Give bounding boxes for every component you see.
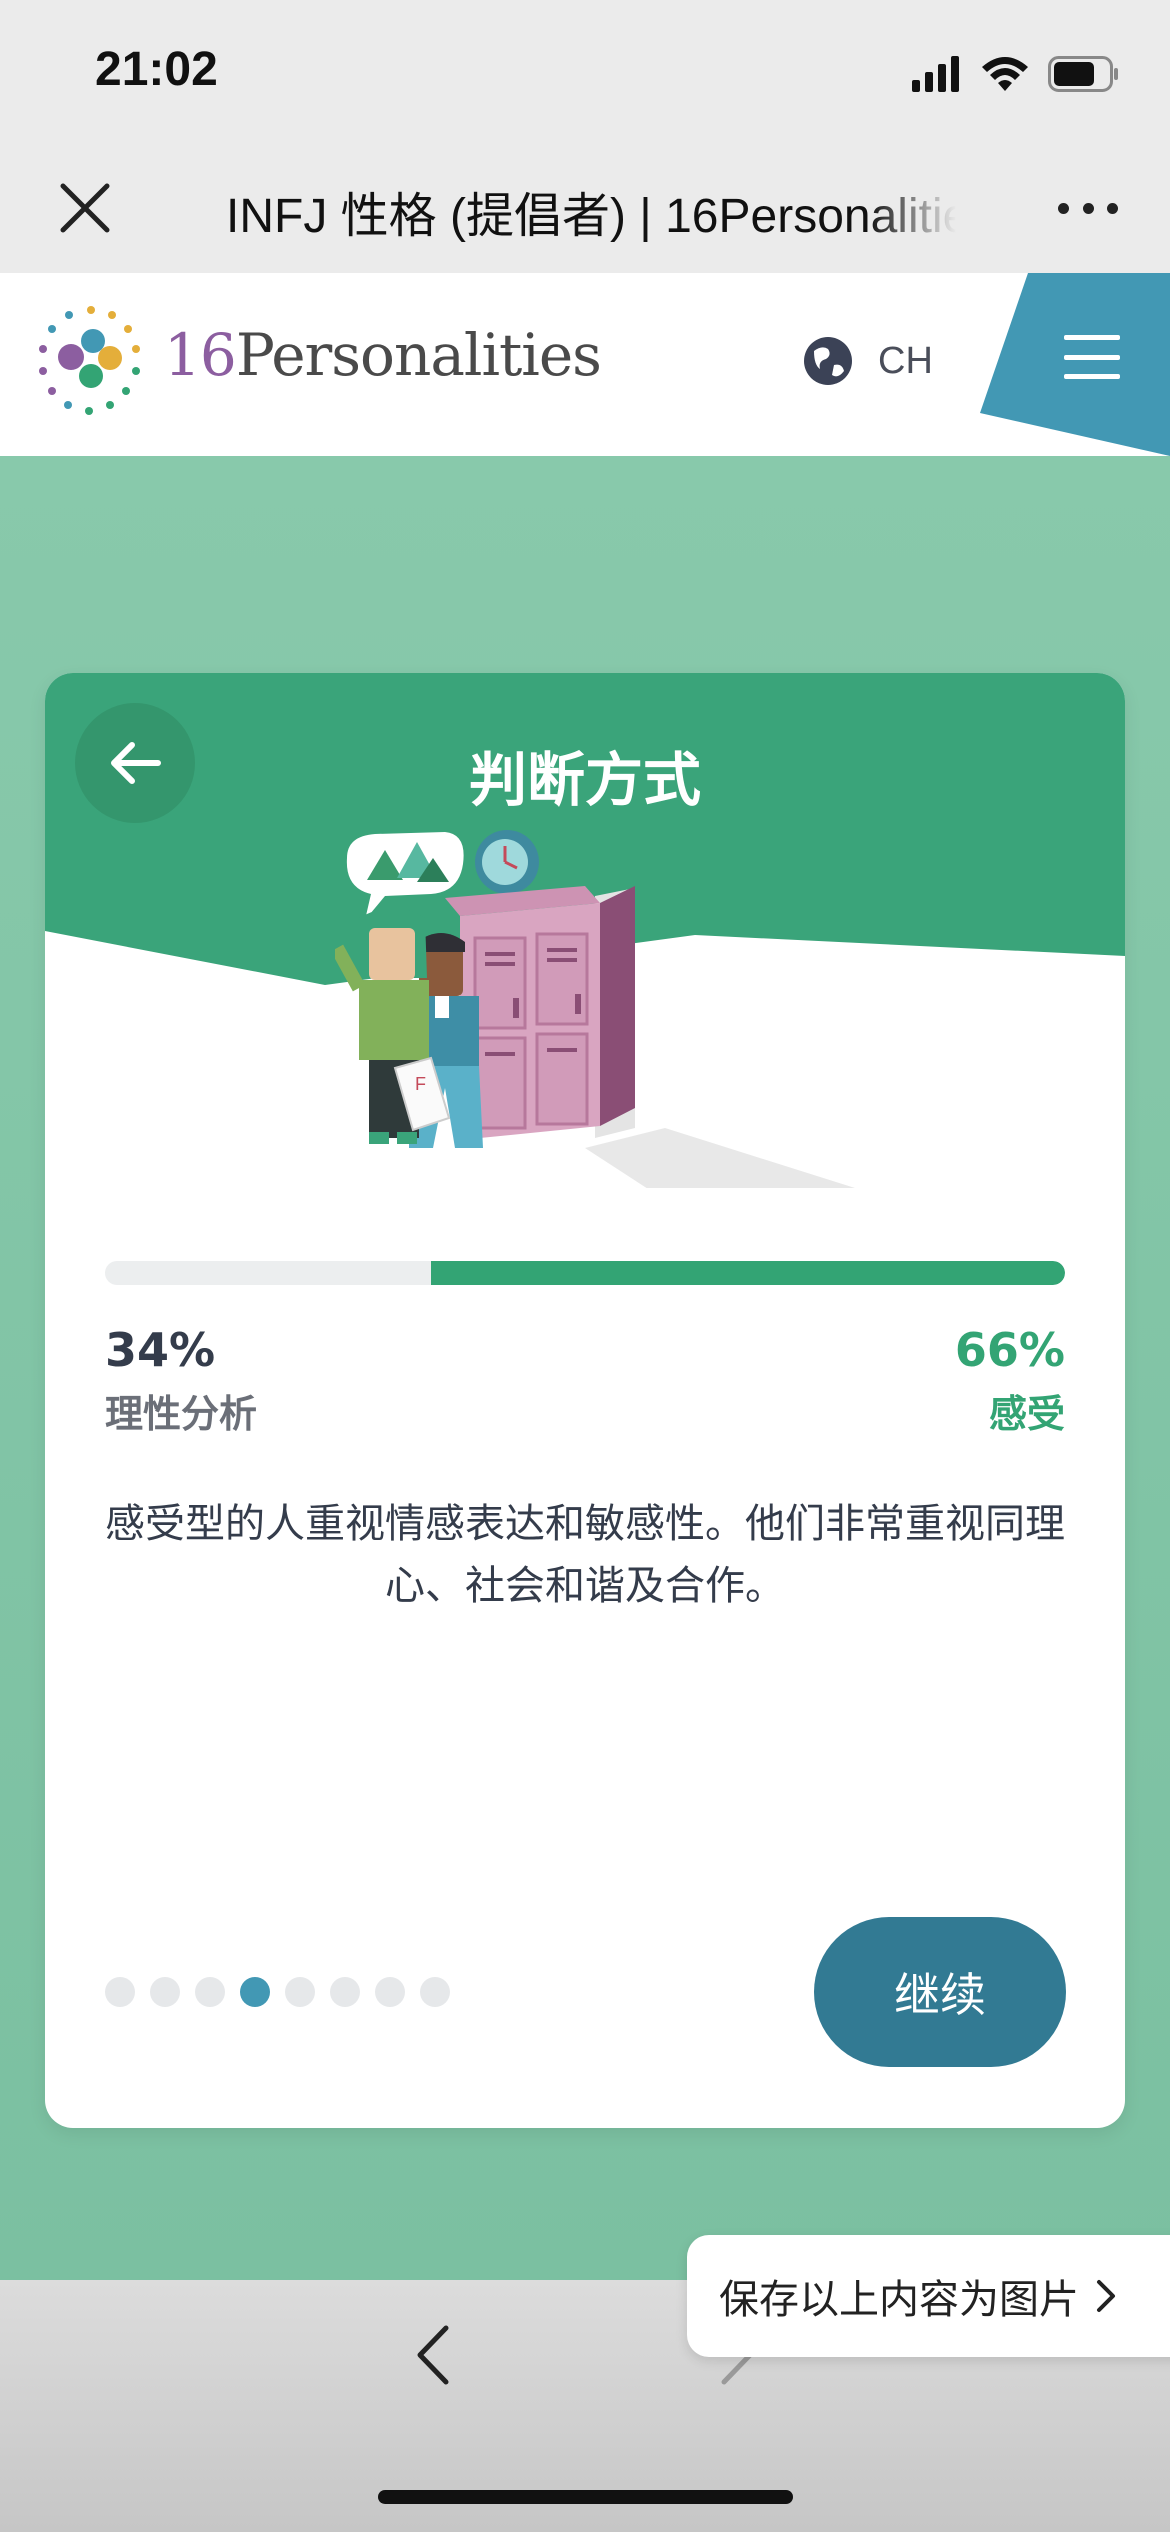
- logo-text[interactable]: 16Personalities: [164, 321, 602, 389]
- pagination-dot[interactable]: [375, 1977, 405, 2007]
- home-indicator: [378, 2490, 793, 2504]
- judging-characters-illustration: F: [335, 830, 855, 1188]
- progress-fill-feeling: [431, 1261, 1065, 1285]
- hamburger-menu-icon[interactable]: [1064, 335, 1120, 379]
- pagination-dot[interactable]: [420, 1977, 450, 2007]
- trait-card: 判断方式 F 34% 理性分析 66% 感受 感受型的人重视情感表达和敏感性。他…: [45, 673, 1125, 2128]
- cellular-signal-icon: [912, 56, 959, 92]
- more-options-icon[interactable]: [1058, 198, 1118, 218]
- close-icon[interactable]: [55, 178, 115, 238]
- continue-button[interactable]: 继续: [814, 1917, 1066, 2067]
- globe-icon: [804, 337, 852, 385]
- pagination-dots: [105, 1977, 450, 2007]
- save-as-image-label: 保存以上内容为图片: [719, 2277, 1079, 2323]
- status-bar: 21:02: [0, 0, 1170, 150]
- pagination-dot[interactable]: [330, 1977, 360, 2007]
- feeling-percentage: 66%: [954, 1323, 1065, 1377]
- site-header: 16Personalities CH: [0, 273, 1170, 456]
- save-as-image-popup[interactable]: 保存以上内容为图片: [687, 2235, 1170, 2357]
- status-time: 21:02: [95, 43, 218, 96]
- pagination-dot[interactable]: [150, 1977, 180, 2007]
- trait-description: 感受型的人重视情感表达和敏感性。他们非常重视同理心、社会和谐及合作。: [105, 1501, 1065, 1609]
- battery-icon: [1048, 56, 1118, 92]
- trait-progress-bar: [105, 1261, 1065, 1285]
- pagination-dot-active[interactable]: [240, 1977, 270, 2007]
- browser-back-icon[interactable]: [410, 2322, 460, 2388]
- wifi-icon: [982, 57, 1028, 91]
- pagination-dot[interactable]: [105, 1977, 135, 2007]
- pagination-dot[interactable]: [285, 1977, 315, 2007]
- status-icons: [912, 52, 1120, 96]
- pagination-dot[interactable]: [195, 1977, 225, 2007]
- feeling-label: 感受: [988, 1392, 1065, 1436]
- browser-nav-bar: INFJ 性格 (提倡者) | 16Personalities: [0, 150, 1170, 273]
- page-title: INFJ 性格 (提倡者) | 16Personalities: [226, 190, 956, 243]
- card-title: 判断方式: [468, 746, 701, 814]
- thinking-percentage: 34%: [105, 1323, 216, 1377]
- chevron-right-icon: [1097, 2280, 1115, 2312]
- language-selector[interactable]: CH: [802, 335, 933, 387]
- language-label: CH: [878, 339, 933, 382]
- logo-icon[interactable]: [32, 301, 150, 419]
- svg-text:F: F: [415, 1074, 426, 1094]
- thinking-label: 理性分析: [105, 1392, 258, 1436]
